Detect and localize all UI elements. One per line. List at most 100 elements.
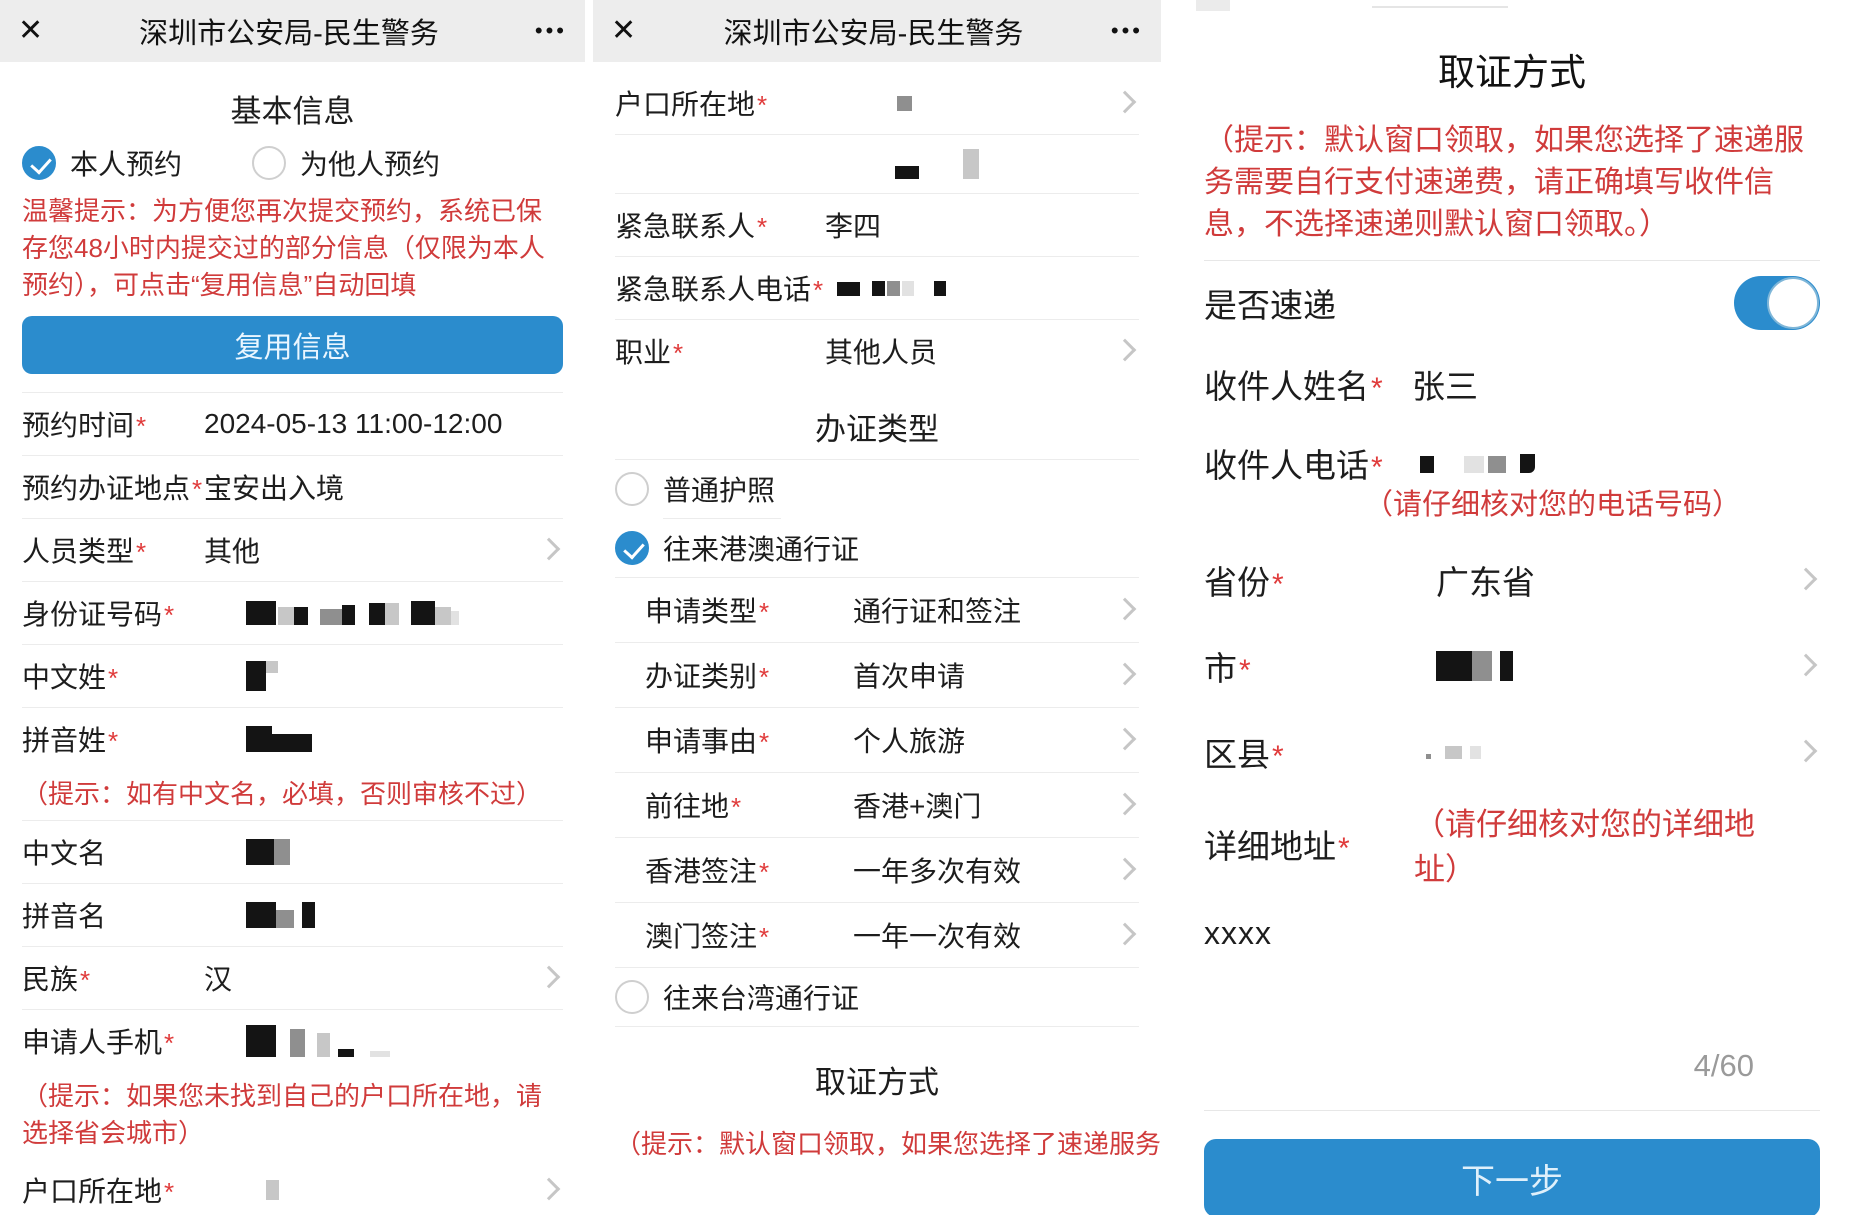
chevron-right-icon xyxy=(538,966,561,989)
option-hk-macau-permit[interactable]: 往来港澳通行证 xyxy=(615,519,1139,577)
field-label: 身份证号码 xyxy=(22,599,162,630)
scroll-remnant xyxy=(1196,0,1230,11)
row-applicant-phone[interactable]: 申请人手机* xyxy=(22,1009,563,1072)
chevron-right-icon xyxy=(1795,740,1818,763)
option-ordinary-passport[interactable]: 普通护照 xyxy=(615,460,1139,518)
chevron-right-icon xyxy=(1114,339,1137,362)
field-value: 个人旅游 xyxy=(853,720,965,760)
radio-checked-icon xyxy=(22,146,56,180)
row-recipient-phone[interactable]: 收件人电话* xyxy=(1204,439,1820,487)
row-chinese-surname[interactable]: 中文姓* xyxy=(22,644,563,707)
row-macau-endorsement[interactable]: 澳门签注* 一年一次有效 xyxy=(615,902,1139,967)
screen-pickup-method: 取证方式 （提示：默认窗口领取，如果您选择了速递服务需要自行支付速递费，请正确填… xyxy=(1169,0,1855,1215)
required-asterisk: * xyxy=(757,90,767,120)
chevron-right-icon xyxy=(1795,654,1818,677)
row-household-location[interactable]: 户口所在地* xyxy=(22,1159,563,1215)
field-label: 户口所在地 xyxy=(22,1176,162,1207)
recipient-phone-hint: （请仔细核对您的电话号码） xyxy=(1364,481,1820,523)
section-title-basic-info: 基本信息 xyxy=(22,86,563,131)
radio-label: 本人预约 xyxy=(70,143,182,183)
section-title-pickup: 取证方式 xyxy=(615,1057,1139,1102)
radio-booking-for-others[interactable]: 为他人预约 xyxy=(252,143,440,183)
app-header: ✕ 深圳市公安局-民生警务 ••• xyxy=(0,0,585,62)
required-asterisk: * xyxy=(673,338,683,368)
row-household-address-redacted[interactable] xyxy=(615,134,1139,193)
row-household-location[interactable]: 户口所在地* xyxy=(615,72,1139,134)
chevron-right-icon xyxy=(1114,728,1137,751)
express-toggle-on[interactable] xyxy=(1734,276,1820,330)
row-occupation[interactable]: 职业* 其他人员 xyxy=(615,319,1139,382)
field-label: 预约时间 xyxy=(22,410,134,441)
row-pinyin-givenname[interactable]: 拼音名 xyxy=(22,883,563,946)
row-appointment-time[interactable]: 预约时间* 2024-05-13 11:00-12:00 xyxy=(22,392,563,455)
redacted-value xyxy=(246,839,290,865)
row-recipient-name[interactable]: 收件人姓名* 张三 xyxy=(1204,345,1820,423)
row-detail-address[interactable]: 详细地址* （请仔细核对您的详细地址） xyxy=(1204,799,1820,889)
field-label: 拼音名 xyxy=(22,901,106,932)
row-city[interactable]: 市* xyxy=(1204,627,1820,705)
row-person-type[interactable]: 人员类型* 其他 xyxy=(22,518,563,581)
field-value: 其他人员 xyxy=(825,331,937,371)
reuse-info-button[interactable]: 复用信息 xyxy=(22,316,563,374)
field-label: 申请事由 xyxy=(645,726,757,757)
redacted-value xyxy=(1420,454,1535,473)
field-value: 香港+澳门 xyxy=(853,785,981,825)
row-apply-reason[interactable]: 申请事由* 个人旅游 xyxy=(615,707,1139,772)
row-district[interactable]: 区县* xyxy=(1204,713,1820,791)
three-screen-collage: ✕ 深圳市公安局-民生警务 ••• 基本信息 本人预约 为他人预约 温馨提示：为… xyxy=(0,0,1855,1215)
required-asterisk: * xyxy=(192,474,202,504)
redacted-value xyxy=(1436,651,1513,681)
basic-info-form: 预约时间* 2024-05-13 11:00-12:00 预约办证地点* 宝安出… xyxy=(22,392,563,1215)
row-emergency-contact[interactable]: 紧急联系人* 李四 xyxy=(615,193,1139,256)
hk-macau-subform: 申请类型* 通行证和签注 办证类别* 首次申请 申请事由* 个人旅游 前往地* … xyxy=(615,578,1139,968)
app-header: ✕ 深圳市公安局-民生警务 ••• xyxy=(593,0,1161,62)
required-asterisk: * xyxy=(759,857,769,887)
row-chinese-givenname[interactable]: 中文名 xyxy=(22,820,563,883)
row-destination[interactable]: 前往地* 香港+澳门 xyxy=(615,772,1139,837)
row-pinyin-surname[interactable]: 拼音姓* xyxy=(22,707,563,770)
more-menu-icon[interactable]: ••• xyxy=(535,20,567,42)
app-title: 深圳市公安局-民生警务 xyxy=(43,10,535,52)
field-label: 中文名 xyxy=(22,838,106,869)
close-icon[interactable]: ✕ xyxy=(18,16,43,46)
required-asterisk: * xyxy=(1272,568,1284,601)
chinese-name-hint: （提示：如有中文名，必填，否则审核不过） xyxy=(22,776,563,812)
field-label: 职业 xyxy=(615,337,671,368)
required-asterisk: * xyxy=(80,965,90,995)
required-asterisk: * xyxy=(1371,451,1383,484)
next-step-button[interactable]: 下一步 xyxy=(1204,1139,1820,1215)
app-title: 深圳市公安局-民生警务 xyxy=(636,10,1111,52)
field-value: 李四 xyxy=(825,205,881,245)
field-label: 紧急联系人电话 xyxy=(615,274,811,305)
chevron-right-icon xyxy=(1114,91,1137,114)
close-icon[interactable]: ✕ xyxy=(611,16,636,46)
row-ethnicity[interactable]: 民族* 汉 xyxy=(22,946,563,1009)
row-hk-endorsement[interactable]: 香港签注* 一年多次有效 xyxy=(615,837,1139,902)
required-asterisk: * xyxy=(164,1028,174,1058)
row-apply-type[interactable]: 申请类型* 通行证和签注 xyxy=(615,578,1139,642)
redacted-value xyxy=(897,96,912,111)
option-taiwan-permit[interactable]: 往来台湾通行证 xyxy=(615,968,1139,1026)
redacted-value xyxy=(246,726,312,752)
row-province[interactable]: 省份* 广东省 xyxy=(1204,541,1820,619)
redacted-value xyxy=(246,902,315,928)
radio-unchecked-icon xyxy=(615,980,649,1014)
row-id-number[interactable]: 身份证号码* xyxy=(22,581,563,644)
row-apply-category[interactable]: 办证类别* 首次申请 xyxy=(615,642,1139,707)
detail-address-textarea[interactable]: xxxx 4/60 xyxy=(1204,915,1820,1084)
field-label: 办证类别 xyxy=(645,661,757,692)
redacted-value xyxy=(246,1025,390,1057)
field-label: 民族 xyxy=(22,964,78,995)
more-menu-icon[interactable]: ••• xyxy=(1111,20,1143,42)
row-express-delivery: 是否速递 xyxy=(1204,261,1820,345)
option-label: 往来港澳通行证 xyxy=(663,528,859,568)
chevron-right-icon xyxy=(538,537,561,560)
row-appointment-location[interactable]: 预约办证地点* 宝安出入境 xyxy=(22,455,563,518)
field-label: 收件人电话 xyxy=(1204,447,1369,484)
field-label: 中文姓 xyxy=(22,662,106,693)
textarea-value: xxxx xyxy=(1204,915,1820,952)
radio-self-booking[interactable]: 本人预约 xyxy=(22,143,182,183)
radio-label: 为他人预约 xyxy=(300,143,440,183)
row-emergency-phone[interactable]: 紧急联系人电话* xyxy=(615,256,1139,319)
section-title-cert-type: 办证类型 xyxy=(615,404,1139,449)
